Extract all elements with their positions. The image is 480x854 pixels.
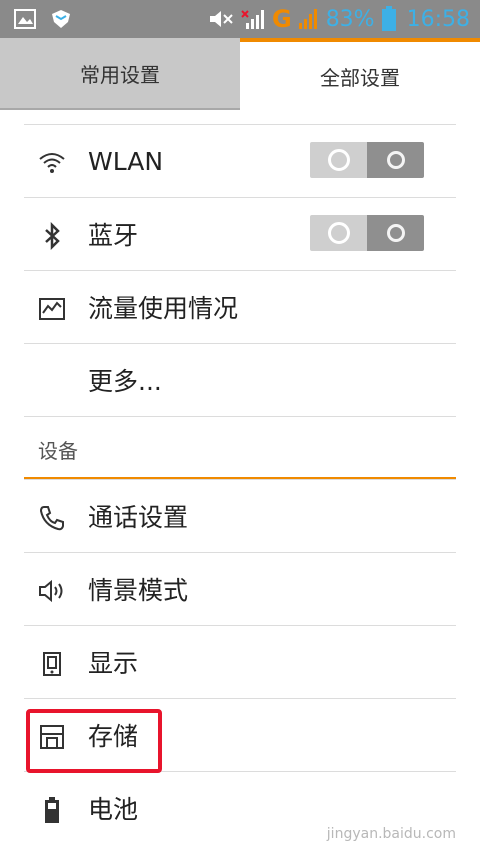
- setting-label-data-usage: 流量使用情况: [88, 294, 239, 323]
- network-type-letter: G: [271, 5, 292, 33]
- shield-notification-icon: [52, 10, 70, 28]
- setting-label-call: 通话设置: [88, 503, 189, 532]
- setting-label-battery: 电池: [88, 795, 139, 824]
- signal-strength-icon: [298, 9, 317, 29]
- battery-icon: [45, 797, 59, 823]
- watermark: jingyan.baidu.com: [326, 826, 456, 842]
- phone-icon: [39, 506, 64, 531]
- toggle-off-knob: [327, 222, 350, 244]
- status-right: G 83% 16:58: [208, 0, 470, 38]
- data-usage-icon: [39, 298, 65, 320]
- bluetooth-icon: [45, 222, 60, 250]
- setting-row-more[interactable]: 更多...: [24, 343, 456, 416]
- setting-label-bluetooth: 蓝牙: [88, 221, 139, 250]
- setting-label-more: 更多...: [88, 367, 162, 396]
- status-bar: G 83% 16:58: [0, 0, 480, 38]
- setting-row-data-usage[interactable]: 流量使用情况: [24, 270, 456, 343]
- wifi-icon: [39, 153, 65, 173]
- section-title-device: 设备: [38, 439, 78, 463]
- setting-label-wlan: WLAN: [88, 146, 164, 176]
- display-icon: [43, 652, 61, 676]
- toggle-on-knob: [386, 224, 405, 242]
- bluetooth-toggle[interactable]: [310, 215, 424, 251]
- mute-icon: [209, 11, 233, 27]
- setting-row-call[interactable]: 通话设置: [24, 479, 456, 552]
- setting-row-bluetooth[interactable]: 蓝牙: [24, 197, 456, 270]
- storage-highlight-box: [26, 709, 162, 773]
- setting-row-wlan[interactable]: WLAN: [24, 124, 456, 197]
- setting-row-profiles[interactable]: 情景模式: [24, 552, 456, 625]
- wlan-toggle[interactable]: [310, 142, 424, 178]
- gallery-notification-icon: [14, 9, 36, 29]
- battery-percent: 83%: [325, 6, 375, 32]
- status-left: [14, 8, 72, 30]
- setting-row-display[interactable]: 显示: [24, 625, 456, 698]
- settings-tabs: 常用设置 全部设置: [0, 38, 480, 110]
- tab-common-settings[interactable]: 常用设置: [0, 38, 240, 110]
- setting-label-profiles: 情景模式: [88, 576, 189, 605]
- section-header-device: 设备: [24, 416, 456, 477]
- battery-status-icon: [381, 6, 396, 31]
- setting-label-display: 显示: [88, 649, 139, 678]
- tab-all-settings[interactable]: 全部设置: [240, 38, 480, 110]
- toggle-on-knob: [386, 151, 405, 169]
- speaker-icon: [39, 579, 63, 603]
- clock: 16:58: [406, 6, 470, 32]
- toggle-off-knob: [327, 149, 350, 171]
- no-sim-signal-icon: [241, 10, 264, 29]
